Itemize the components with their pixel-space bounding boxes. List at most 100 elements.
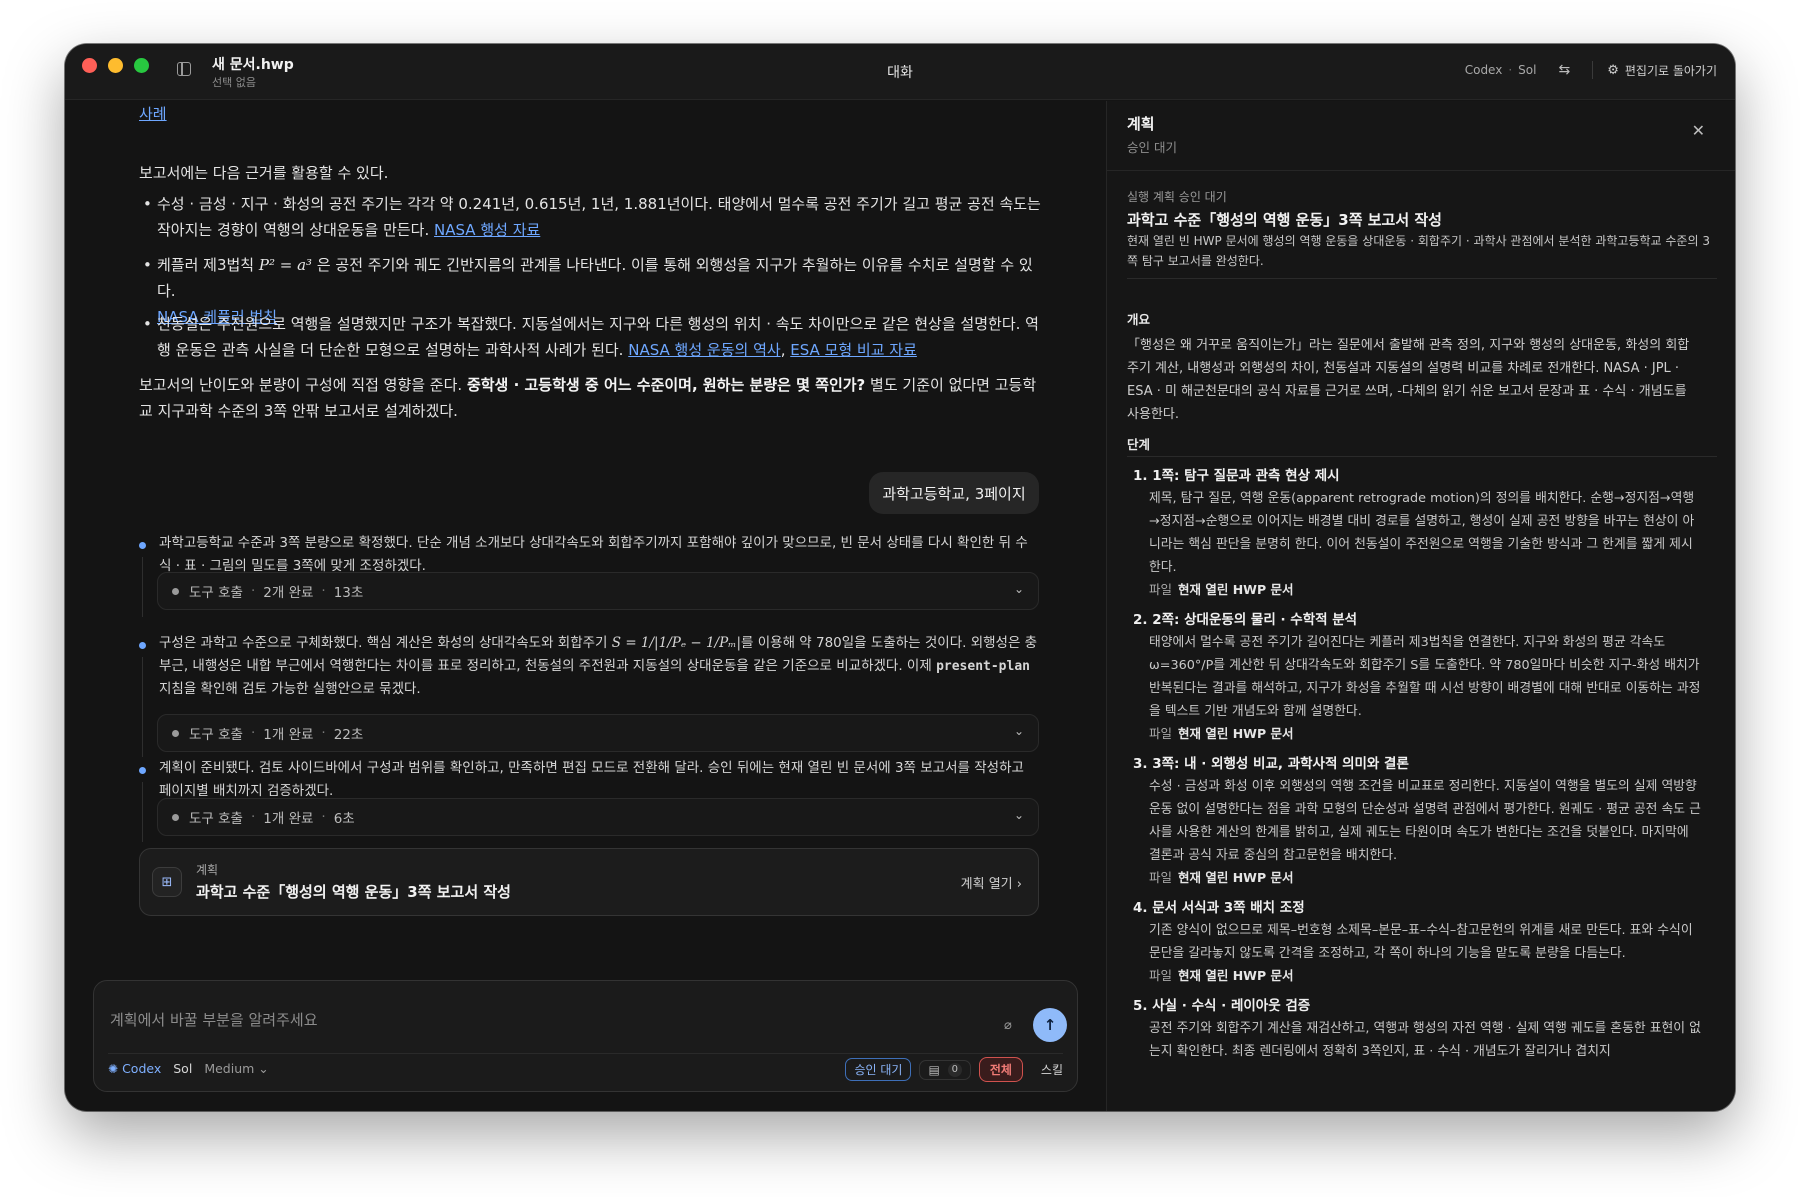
synodic-equation: S = 1/|1/Pₑ − 1/Pₘ| — [611, 635, 742, 651]
file-value: 현재 열린 HWP 문서 — [1178, 726, 1294, 741]
step-dot — [139, 767, 146, 774]
plan-step-1-body: 제목, 탐구 질문, 역행 운동(apparent retrograde mot… — [1149, 491, 1695, 575]
step-2-post: 지침을 확인해 검토 가능한 실행안으로 묶겠다. — [159, 681, 421, 697]
bullet-2-pre: 케플러 제3법칙 — [157, 256, 259, 274]
plan-step-3-file: 파일 현재 열린 HWP 문서 — [1149, 867, 1293, 886]
plan-card[interactable]: ⊞ 계획 과학고 수준「행성의 역행 운동」3쪽 보고서 작성 계획 열기 › — [139, 848, 1039, 916]
message-composer[interactable]: 계획에서 바꿀 부분을 알려주세요 ⌀ ↑ ✺ Codex Sol Medium… — [93, 980, 1078, 1092]
composer-right-group: 승인 대기 ▤ 0 전체 스킬 — [845, 1057, 1063, 1082]
titlebar-divider — [1592, 61, 1594, 79]
attach-icon[interactable]: ⌀ — [1004, 1018, 1012, 1033]
step-dot — [139, 542, 146, 549]
plan-card-label: 계획 — [196, 863, 219, 877]
approval-status-chip[interactable]: 승인 대기 — [845, 1058, 912, 1081]
titlebar-right-group: Codex · Sol ⇆ ⚙ 편집기로 돌아가기 — [1465, 61, 1717, 79]
titlebar-agent-name: Codex — [1464, 63, 1503, 77]
plan-title: 과학고 수준「행성의 역행 운동」3쪽 보고서 작성 — [1127, 211, 1442, 229]
plan-panel: 계획 승인 대기 ✕ 실행 계획 승인 대기 과학고 수준「행성의 역행 운동」… — [1106, 101, 1735, 1111]
plan-step-2-title: 2. 2쪽: 상대운동의 물리 · 수학적 분석 — [1133, 612, 1358, 628]
titlebar-model-name: Sol — [1518, 63, 1537, 77]
agent-name: Codex — [122, 1061, 162, 1076]
tool-time: 22초 — [333, 727, 364, 743]
file-value: 현재 열린 HWP 문서 — [1178, 968, 1294, 983]
composer-divider — [108, 1053, 1063, 1054]
file-label: 파일 — [1149, 968, 1173, 983]
tool-call-row-3[interactable]: 도구 호출 · 1개 완료 · 6초 ⌄ — [157, 798, 1039, 836]
document-icon: ▤ — [928, 1062, 940, 1077]
chat-area: 사례 보고서에는 다음 근거를 활용할 수 있다. 수성 · 금성 · 지구 ·… — [65, 101, 1106, 1111]
chevron-down-icon: ⌄ — [1013, 724, 1024, 738]
title-bar: 새 문서.hwp 선택 없음 대화 Codex · Sol ⇆ ⚙ 편집기로 돌… — [65, 44, 1735, 100]
plan-step-2-body: 태양에서 멀수록 공전 주기가 길어진다는 케플러 제3법칙을 연결한다. 지구… — [1149, 635, 1701, 719]
step-2-pre: 구성은 과학고 수준으로 구체화했다. 핵심 계산은 화성의 상대각속도와 회합… — [159, 635, 612, 651]
close-icon[interactable]: ✕ — [1692, 121, 1705, 140]
scope-all-chip[interactable]: 전체 — [978, 1057, 1023, 1082]
step-line — [142, 557, 143, 617]
tool-call-row-2[interactable]: 도구 호출 · 1개 완료 · 22초 ⌄ — [157, 714, 1039, 752]
plan-step-5-body: 공전 주기와 회합주기 계산을 재검산하고, 역행과 행성의 자전 역행 · 실… — [1149, 1021, 1701, 1059]
plan-description: 현재 열린 빈 HWP 문서에 행성의 역행 운동을 상대운동 · 회합주기 ·… — [1127, 234, 1710, 268]
swap-icon[interactable]: ⇆ — [1558, 62, 1570, 78]
plan-step-3-body: 수성 · 금성과 화성 이후 외행성의 역행 조건을 비교표로 정리한다. 지동… — [1149, 779, 1701, 863]
gear-icon: ⚙ — [1607, 62, 1619, 78]
plan-step-5-title: 5. 사실 · 수식 · 레이아웃 검증 — [1133, 998, 1311, 1014]
send-button[interactable]: ↑ — [1033, 1008, 1067, 1042]
link-case[interactable]: 사례 — [139, 103, 167, 124]
user-message-bubble: 과학고등학교, 3페이지 — [869, 472, 1039, 514]
bullet-orbital-periods: 수성 · 금성 · 지구 · 화성의 공전 주기는 각각 약 0.241년, 0… — [143, 191, 1047, 243]
divider — [1127, 278, 1717, 279]
codex-icon: ✺ — [108, 1061, 119, 1076]
tool-status-dot — [172, 587, 179, 595]
link-nasa-planet-data[interactable]: NASA 행성 자료 — [434, 221, 540, 239]
tool-label: 도구 호출 — [189, 585, 243, 601]
plan-step-1-title: 1. 1쪽: 탐구 질문과 관측 현상 제시 — [1133, 468, 1340, 484]
agent-selector[interactable]: ✺ Codex — [108, 1061, 161, 1076]
effort-label: Medium — [204, 1061, 255, 1076]
back-to-editor-label: 편집기로 돌아가기 — [1624, 63, 1717, 78]
plan-step-2-file: 파일 현재 열린 HWP 문서 — [1149, 723, 1293, 742]
bullet-3-sep: , — [780, 341, 791, 359]
back-to-editor-button[interactable]: ⚙ 편집기로 돌아가기 — [1607, 62, 1717, 79]
tool-done: 1개 완료 — [263, 727, 314, 743]
plan-step-4-body: 기존 양식이 없으므로 제목–번호형 소제목–본문–표–수식–참고문헌의 위계를… — [1149, 923, 1693, 961]
kepler-equation: P² = a³ — [258, 256, 313, 274]
plan-panel-title: 계획 — [1127, 115, 1155, 133]
model-selector[interactable]: Sol — [173, 1061, 192, 1076]
attachments-chip[interactable]: ▤ 0 — [919, 1059, 971, 1080]
overview-heading: 개요 — [1127, 312, 1151, 327]
tool-status-dot — [172, 729, 179, 737]
assistant-step-3: 계획이 준비됐다. 검토 사이드바에서 구성과 범위를 확인하고, 만족하면 편… — [159, 760, 1024, 799]
plan-step-3-title: 3. 3쪽: 내 · 외행성 비교, 과학사적 의미와 결론 — [1133, 756, 1409, 772]
plan-card-title: 과학고 수준「행성의 역행 운동」3쪽 보고서 작성 — [196, 883, 511, 901]
tool-time: 6초 — [333, 811, 355, 827]
arrow-up-icon: ↑ — [1043, 1016, 1057, 1034]
closing-pre: 보고서의 난이도와 분량이 구성에 직접 영향을 준다. — [139, 376, 467, 394]
link-nasa-history[interactable]: NASA 행성 운동의 역사 — [628, 341, 780, 359]
open-plan-button[interactable]: 계획 열기 › — [961, 873, 1022, 892]
composer-input[interactable]: 계획에서 바꿀 부분을 알려주세요 — [110, 1009, 318, 1030]
file-value: 현재 열린 HWP 문서 — [1178, 582, 1294, 597]
bullet-1-text: 수성 · 금성 · 지구 · 화성의 공전 주기는 각각 약 0.241년, 0… — [157, 195, 1041, 239]
bullet-geocentric: 천동설은 주전원으로 역행을 설명했지만 구조가 복잡했다. 지동설에서는 지구… — [143, 311, 1047, 363]
intro-paragraph: 보고서에는 다음 근거를 활용할 수 있다. — [139, 164, 389, 182]
plan-meta: 실행 계획 승인 대기 — [1127, 190, 1227, 204]
file-value: 현재 열린 HWP 문서 — [1178, 870, 1294, 885]
tool-done: 2개 완료 — [263, 585, 314, 601]
closing-paragraph: 보고서의 난이도와 분량이 구성에 직접 영향을 준다. 중학생 · 고등학생 … — [139, 372, 1044, 424]
file-label: 파일 — [1149, 726, 1173, 741]
present-plan-code: present-plan — [936, 659, 1030, 674]
overview-text: 「행성은 왜 거꾸로 움직이는가」라는 질문에서 출발해 관측 정의, 지구와 … — [1127, 338, 1690, 422]
divider — [1127, 456, 1717, 457]
app-window: 새 문서.hwp 선택 없음 대화 Codex · Sol ⇆ ⚙ 편집기로 돌… — [65, 44, 1735, 1111]
open-plan-label: 계획 열기 — [960, 877, 1013, 892]
effort-selector[interactable]: Medium ⌄ — [204, 1061, 268, 1076]
file-label: 파일 — [1149, 870, 1173, 885]
attachments-count: 0 — [947, 1062, 962, 1077]
tool-status-dot — [172, 813, 179, 821]
plan-step-4-file: 파일 현재 열린 HWP 문서 — [1149, 965, 1293, 984]
plan-step-1-file: 파일 현재 열린 HWP 문서 — [1149, 579, 1293, 598]
skills-button[interactable]: 스킬 — [1041, 1061, 1063, 1078]
step-line — [142, 782, 143, 842]
link-esa-model[interactable]: ESA 모형 비교 자료 — [790, 341, 917, 359]
tool-call-row-1[interactable]: 도구 호출 · 2개 완료 · 13초 ⌄ — [157, 572, 1039, 610]
